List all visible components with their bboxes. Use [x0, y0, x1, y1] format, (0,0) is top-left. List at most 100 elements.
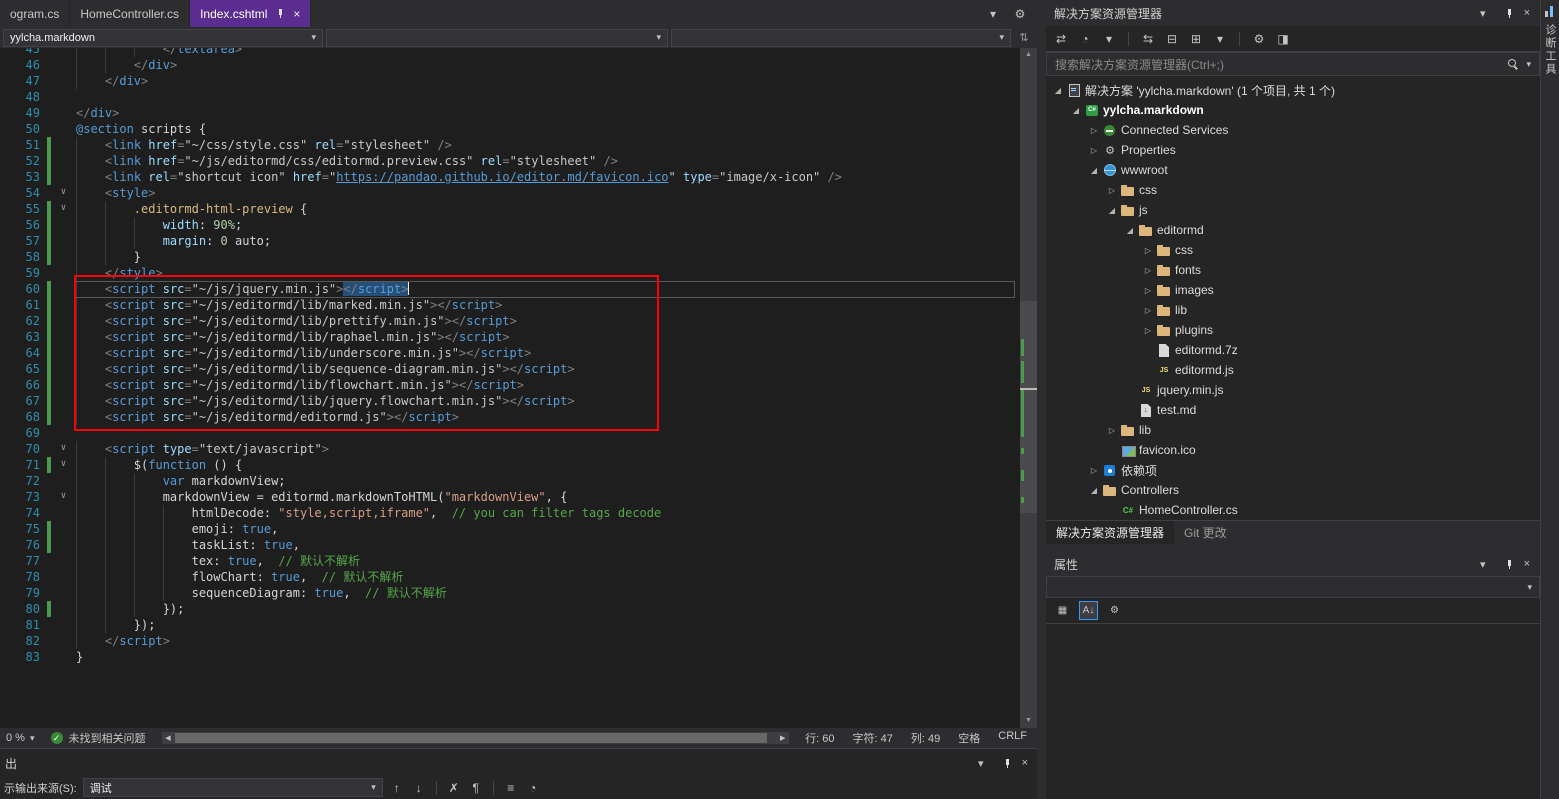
code-line[interactable]: 72 var markdownView;	[0, 473, 1020, 489]
expand-arrow-icon[interactable]: ◢	[1068, 106, 1084, 115]
close-icon[interactable]: ×	[1524, 558, 1530, 570]
solution-explorer-titlebar[interactable]: 解决方案资源管理器 ▾ ×	[1046, 0, 1540, 26]
code-line[interactable]: 78 flowChart: true, // 默认不解析	[0, 569, 1020, 585]
document-list-chevron-icon[interactable]: ▾	[985, 7, 1001, 21]
code-line[interactable]: 75 emoji: true,	[0, 521, 1020, 537]
tree-item[interactable]: ◢ wwwroot	[1046, 160, 1540, 180]
pin-icon[interactable]	[1003, 758, 1012, 769]
code-line[interactable]: 80 });	[0, 601, 1020, 617]
tool-window-tab[interactable]: Git 更改	[1174, 521, 1237, 544]
code-line[interactable]: 45 </textarea>	[0, 48, 1020, 57]
code-line[interactable]: 71 ∨ $(function () {	[0, 457, 1020, 473]
code-line[interactable]: 54 ∨ <style>	[0, 185, 1020, 201]
code-line[interactable]: 74 htmlDecode: "style,script,iframe", //…	[0, 505, 1020, 521]
tree-item[interactable]: ◢ js	[1046, 200, 1540, 220]
tree-item[interactable]: editormd.7z	[1046, 340, 1540, 360]
code-line[interactable]: 69	[0, 425, 1020, 441]
properties-icon[interactable]: ⚙	[1251, 32, 1267, 46]
editor-horizontal-scrollbar[interactable]: ◀ ▶	[161, 732, 790, 744]
tree-item[interactable]: ◢ 解决方案 'yylcha.markdown' (1 个项目, 共 1 个)	[1046, 80, 1540, 100]
dropdown-chevron-icon[interactable]: ▾	[1101, 32, 1117, 46]
expand-arrow-icon[interactable]: ▷	[1140, 286, 1156, 295]
pin-icon[interactable]	[276, 8, 285, 19]
tree-item[interactable]: ▷ plugins	[1046, 320, 1540, 340]
close-icon[interactable]: ×	[293, 7, 300, 21]
fold-collapse-icon[interactable]: ∨	[51, 201, 76, 217]
diagnostic-tools-strip[interactable]: 诊断工具	[1540, 0, 1559, 799]
code-line[interactable]: 66 <script src="~/js/editormd/lib/flowch…	[0, 377, 1020, 393]
expand-arrow-icon[interactable]: ◢	[1122, 226, 1138, 235]
scroll-up-arrow-icon[interactable]: ▲	[1020, 48, 1037, 62]
tree-item[interactable]: ◢ editormd	[1046, 220, 1540, 240]
options-gear-icon[interactable]: ⚙	[1012, 7, 1028, 21]
expand-arrow-icon[interactable]: ▷	[1086, 466, 1102, 475]
code-line[interactable]: 60 <script src="~/js/jquery.min.js"></sc…	[0, 281, 1020, 297]
search-icon[interactable]	[1508, 58, 1519, 70]
scroll-right-arrow-icon[interactable]: ▶	[776, 734, 789, 742]
expand-arrow-icon[interactable]: ▷	[1086, 126, 1102, 135]
solution-search-input[interactable]: 搜索解决方案资源管理器(Ctrl+;) ▾	[1046, 52, 1540, 76]
expand-arrow-icon[interactable]: ◢	[1086, 166, 1102, 175]
output-source-dropdown[interactable]: 调试 ▾	[82, 778, 383, 797]
char-indicator[interactable]: 字符: 47	[853, 730, 893, 746]
close-icon[interactable]: ×	[1022, 757, 1028, 769]
code-line[interactable]: 47 </div>	[0, 73, 1020, 89]
expand-arrow-icon[interactable]: ▷	[1086, 146, 1102, 155]
scroll-left-arrow-icon[interactable]: ◀	[162, 734, 175, 742]
switch-views-icon[interactable]: ⇄	[1053, 32, 1069, 46]
fold-collapse-icon[interactable]: ∨	[51, 185, 76, 201]
code-line[interactable]: 70 ∨ <script type="text/javascript">	[0, 441, 1020, 457]
document-health-indicator[interactable]: ✓ 未找到相关问题	[50, 730, 146, 746]
code-line[interactable]: 49 </div>	[0, 105, 1020, 121]
fold-collapse-icon[interactable]: ∨	[51, 489, 76, 505]
code-line[interactable]: 83}	[0, 649, 1020, 665]
line-ending-indicator[interactable]: CRLF	[998, 730, 1027, 746]
code-editor[interactable]: 45 </textarea> 46 </div> 47 </div> 48 49 </di…	[0, 48, 1020, 728]
property-pages-icon[interactable]: ⚙	[1105, 601, 1124, 620]
clear-all-icon[interactable]: ✗	[446, 781, 462, 795]
word-wrap-icon[interactable]: ¶	[468, 781, 484, 795]
code-line[interactable]: 48	[0, 89, 1020, 105]
history-icon[interactable]: ◔	[525, 781, 541, 795]
code-line[interactable]: 65 <script src="~/js/editormd/lib/sequen…	[0, 361, 1020, 377]
tree-item[interactable]: ▷ fonts	[1046, 260, 1540, 280]
goto-prev-message-icon[interactable]: ↑	[389, 781, 405, 795]
horizontal-scrollbar-thumb[interactable]	[174, 733, 768, 743]
tree-item[interactable]: ▷ lib	[1046, 420, 1540, 440]
code-line[interactable]: 68 <script src="~/js/editormd/editormd.j…	[0, 409, 1020, 425]
code-line[interactable]: 62 <script src="~/js/editormd/lib/pretti…	[0, 313, 1020, 329]
expand-arrow-icon[interactable]: ▷	[1140, 246, 1156, 255]
code-line[interactable]: 73 ∨ markdownView = editormd.markdownToHT…	[0, 489, 1020, 505]
tree-item[interactable]: favicon.ico	[1046, 440, 1540, 460]
dropdown-chevron-icon[interactable]: ▾	[1212, 32, 1228, 46]
preview-selected-items-icon[interactable]: ◨	[1275, 32, 1291, 46]
tree-item[interactable]: ▷ css	[1046, 180, 1540, 200]
code-line[interactable]: 58 }	[0, 249, 1020, 265]
code-line[interactable]: 56 width: 90%;	[0, 217, 1020, 233]
code-line[interactable]: 52 <link href="~/js/editormd/css/editorm…	[0, 153, 1020, 169]
pending-changes-filter-icon[interactable]: ◔	[1077, 32, 1093, 46]
tree-item[interactable]: ▷ css	[1046, 240, 1540, 260]
pin-icon[interactable]	[1505, 559, 1514, 570]
window-position-chevron-icon[interactable]: ▾	[1480, 7, 1486, 20]
spaces-indicator[interactable]: 空格	[958, 730, 980, 746]
code-line[interactable]: 81 });	[0, 617, 1020, 633]
chevron-down-icon[interactable]: ▾	[1526, 59, 1531, 70]
expand-arrow-icon[interactable]: ◢	[1104, 206, 1120, 215]
pin-icon[interactable]	[1505, 8, 1514, 19]
column-indicator[interactable]: 列: 49	[911, 730, 940, 746]
code-line[interactable]: 53 <link rel="shortcut icon" href="https…	[0, 169, 1020, 185]
code-line[interactable]: 57 margin: 0 auto;	[0, 233, 1020, 249]
fold-collapse-icon[interactable]: ∨	[51, 441, 76, 457]
tree-item[interactable]: test.md	[1046, 400, 1540, 420]
code-line[interactable]: 76 taskList: true,	[0, 537, 1020, 553]
code-line[interactable]: 63 <script src="~/js/editormd/lib/raphae…	[0, 329, 1020, 345]
expand-arrow-icon[interactable]: ▷	[1104, 426, 1120, 435]
properties-titlebar[interactable]: 属性 ▾ ×	[1046, 552, 1540, 576]
code-line[interactable]: 79 sequenceDiagram: true, // 默认不解析	[0, 585, 1020, 601]
tree-item[interactable]: JS editormd.js	[1046, 360, 1540, 380]
show-all-files-icon[interactable]: ⊞	[1188, 32, 1204, 46]
code-line[interactable]: 82 </script>	[0, 633, 1020, 649]
scroll-down-arrow-icon[interactable]: ▼	[1020, 714, 1037, 728]
tree-item[interactable]: ▷ images	[1046, 280, 1540, 300]
